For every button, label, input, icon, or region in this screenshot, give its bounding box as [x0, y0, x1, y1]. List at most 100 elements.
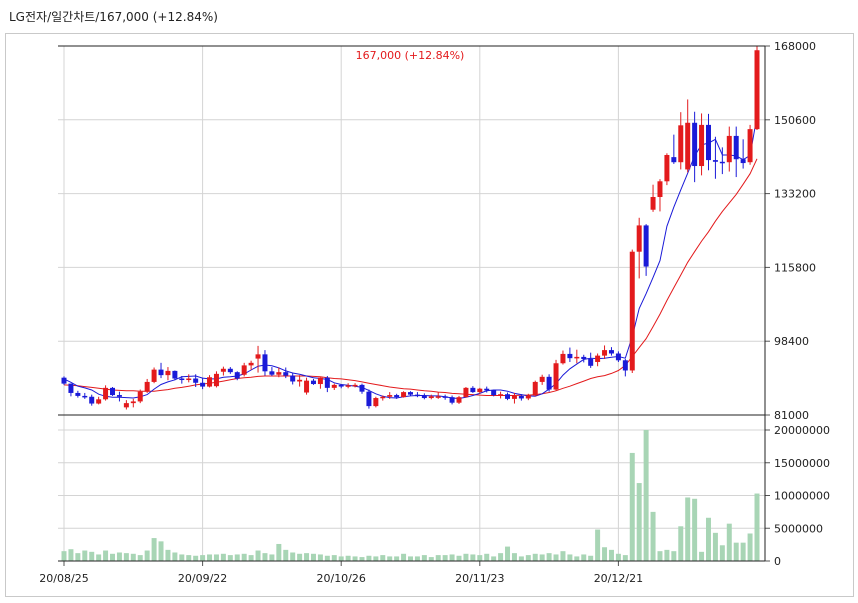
volume-bar	[394, 556, 400, 561]
candle-body	[518, 395, 524, 399]
candle-body	[505, 394, 511, 399]
candle	[373, 396, 379, 408]
candle	[705, 113, 711, 171]
volume-bar	[518, 556, 524, 561]
volume-bar	[421, 555, 427, 561]
volume-bar	[449, 554, 455, 561]
volume-bar	[511, 553, 517, 561]
volume-bar	[505, 546, 511, 561]
candle-body	[574, 356, 580, 359]
volume-bar	[220, 553, 226, 561]
volume-bar	[144, 550, 150, 561]
volume-bar	[68, 549, 74, 561]
ma5-line-layer	[63, 115, 758, 400]
candle-body	[470, 387, 476, 393]
volume-bar	[310, 553, 316, 561]
candle-body	[726, 135, 732, 163]
volume-bar	[435, 555, 441, 561]
candle	[144, 378, 150, 393]
volume-bar	[560, 551, 566, 561]
candle-body	[331, 384, 337, 388]
volume-bar	[705, 517, 711, 561]
candle	[186, 374, 192, 383]
candle	[290, 372, 296, 385]
candle	[158, 362, 164, 379]
candle	[408, 391, 413, 396]
candle	[331, 383, 337, 390]
candle	[421, 393, 427, 400]
candle	[636, 217, 642, 279]
candle	[165, 367, 171, 381]
candle-body	[61, 377, 67, 384]
candle	[123, 400, 129, 410]
candle-body	[581, 356, 587, 360]
candle-body	[68, 383, 74, 393]
volume-tick-label: 5000000	[774, 522, 823, 535]
volume-bar	[602, 547, 608, 561]
date-tick-label: 20/12/21	[594, 572, 643, 585]
candle-body	[650, 196, 656, 210]
volume-bar	[442, 555, 448, 561]
candle-body	[130, 401, 136, 404]
candle-body	[643, 225, 649, 267]
candle-body	[359, 384, 365, 392]
volume-bar	[338, 556, 344, 561]
candle-body	[241, 365, 247, 375]
volume-bar	[82, 550, 88, 561]
candle-body	[373, 398, 379, 407]
candle	[733, 126, 739, 178]
candlestick-chart: 168000 150600 133200 115800 98400 81000 200000…	[39, 40, 830, 585]
candle-body	[262, 354, 268, 372]
volume-bar	[317, 554, 323, 561]
candle	[255, 345, 261, 373]
volume-bar	[754, 493, 760, 561]
grid-lines	[58, 45, 765, 562]
candle	[505, 392, 511, 401]
candle	[643, 224, 649, 276]
candle-body	[151, 369, 157, 382]
candle-body	[719, 161, 725, 164]
volume-bar	[352, 556, 358, 561]
volume-bar	[664, 549, 670, 561]
candle-body	[193, 378, 199, 383]
candle-body	[234, 372, 240, 379]
candle-body	[498, 394, 504, 396]
volume-bar	[574, 556, 580, 561]
candle	[401, 391, 407, 398]
candle-body	[276, 372, 282, 375]
candle-body	[366, 391, 372, 407]
volume-bar	[110, 553, 116, 561]
volume-bar	[283, 549, 289, 561]
date-tick-label: 20/10/26	[316, 572, 365, 585]
volume-bar	[636, 483, 642, 561]
candle	[297, 375, 303, 387]
volume-bar	[685, 497, 691, 561]
volume-bar	[200, 555, 206, 561]
volume-bar	[137, 555, 143, 561]
candle-body	[678, 125, 684, 163]
candle	[269, 367, 275, 376]
volume-bar	[484, 553, 490, 561]
volume-bar	[553, 554, 559, 561]
candle-body	[186, 378, 192, 381]
candle-body	[477, 388, 483, 393]
candle	[75, 390, 81, 398]
candle	[61, 376, 67, 385]
volume-bar	[678, 526, 684, 561]
candle	[227, 367, 233, 374]
candle-body	[290, 375, 296, 382]
candle	[130, 398, 136, 408]
volume-bar	[179, 554, 185, 561]
volume-bar	[567, 554, 573, 561]
candle	[629, 249, 635, 374]
volume-bar	[747, 533, 753, 561]
candle-body	[463, 387, 469, 398]
volume-bar	[269, 554, 275, 561]
candle-body	[532, 381, 538, 396]
candle-body	[200, 382, 206, 387]
volume-bar	[380, 555, 386, 561]
candle	[283, 367, 289, 379]
volume-bar	[297, 553, 303, 561]
axes	[58, 45, 770, 566]
candle	[685, 99, 691, 173]
